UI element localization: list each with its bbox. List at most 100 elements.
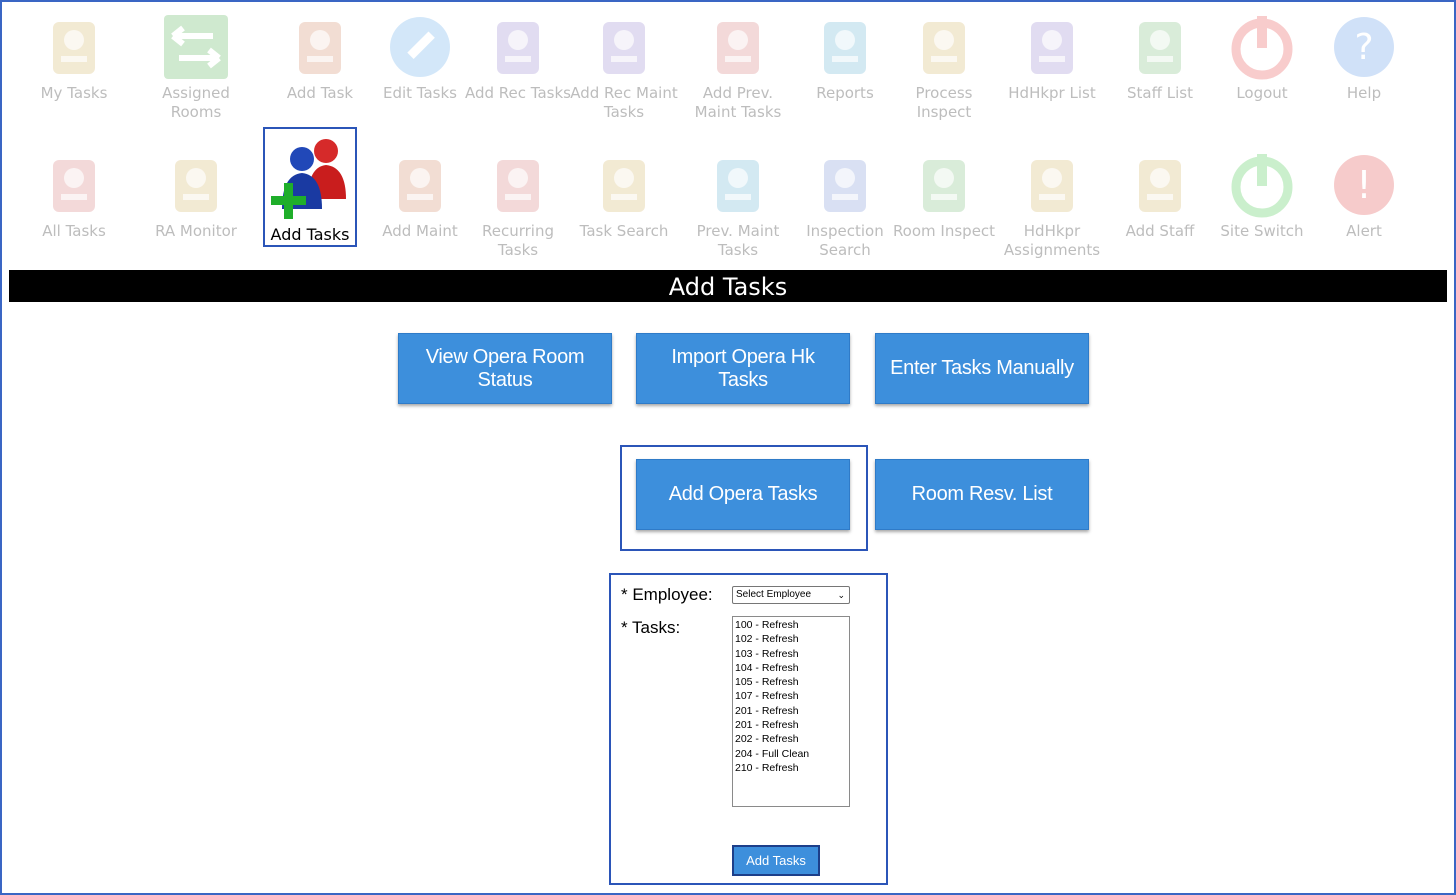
view-opera-room-status-button[interactable]: View Opera Room Status: [398, 333, 612, 404]
add-task-icon: [285, 12, 355, 82]
add-maint-icon: [385, 150, 455, 220]
nav-item-label: Edit Tasks: [382, 84, 457, 102]
add-opera-tasks-button[interactable]: Add Opera Tasks: [636, 459, 850, 530]
nav-item-staff-list[interactable]: Staff List: [1105, 12, 1215, 103]
svg-text:?: ?: [1354, 27, 1373, 68]
employee-select[interactable]: Select Employee ⌄: [732, 586, 850, 604]
ra-monitor-icon: [161, 150, 231, 220]
inspection-search-icon: [810, 150, 880, 220]
nav-item-ra-monitor[interactable]: RA Monitor: [141, 150, 251, 241]
hdhkpr-assignments-icon: [1017, 150, 1087, 220]
nav-item-label: Add Rec Maint Tasks: [570, 84, 678, 121]
nav-item-label: Staff List: [1127, 84, 1193, 102]
nav-item-my-tasks[interactable]: My Tasks: [19, 12, 129, 103]
chevron-down-icon: ⌄: [837, 590, 845, 600]
task-option[interactable]: 105 - Refresh: [735, 675, 847, 689]
svg-text:!: !: [1356, 163, 1371, 207]
add-prev-maint-tasks-icon: [703, 12, 773, 82]
task-option[interactable]: 210 - Refresh: [735, 761, 847, 775]
nav-item-add-tasks[interactable]: Add Tasks: [263, 127, 357, 247]
nav-item-add-prev-maint-tasks[interactable]: Add Prev. Maint Tasks: [683, 12, 793, 122]
nav-item-label: Add Staff: [1125, 222, 1195, 240]
nav-item-label: HdHkpr List: [1008, 84, 1096, 102]
task-option[interactable]: 202 - Refresh: [735, 732, 847, 746]
page-title: Add Tasks: [9, 270, 1447, 302]
import-opera-hk-tasks-button[interactable]: Import Opera Hk Tasks: [636, 333, 850, 404]
nav-item-hdhkpr-list[interactable]: HdHkpr List: [997, 12, 1107, 103]
all-tasks-icon: [39, 150, 109, 220]
task-option[interactable]: 103 - Refresh: [735, 647, 847, 661]
nav-item-recurring-tasks[interactable]: Recurring Tasks: [463, 150, 573, 260]
nav-item-process-inspect[interactable]: Process Inspect: [889, 12, 999, 122]
add-tasks-form: * Employee: Select Employee ⌄ * Tasks: 1…: [609, 573, 888, 885]
logout-icon: [1227, 12, 1297, 82]
nav-item-edit-tasks[interactable]: Edit Tasks: [365, 12, 475, 103]
nav-item-add-task[interactable]: Add Task: [265, 12, 375, 103]
nav-item-hdhkpr-assignments[interactable]: HdHkpr Assignments: [997, 150, 1107, 260]
nav-item-label: Add Maint: [382, 222, 458, 240]
assigned-rooms-icon: [161, 12, 231, 82]
alert-icon: !: [1329, 150, 1399, 220]
room-inspect-icon: [909, 150, 979, 220]
enter-tasks-manually-button[interactable]: Enter Tasks Manually: [875, 333, 1089, 404]
nav-item-label: My Tasks: [40, 84, 108, 102]
nav-item-alert[interactable]: ! Alert: [1309, 150, 1419, 241]
nav-item-label: RA Monitor: [155, 222, 237, 240]
task-search-icon: [589, 150, 659, 220]
nav-item-reports[interactable]: Reports: [790, 12, 900, 103]
prev-maint-tasks-icon: [703, 150, 773, 220]
nav-item-label: Help: [1346, 84, 1382, 102]
nav-item-site-switch[interactable]: Site Switch: [1207, 150, 1317, 241]
nav-item-all-tasks[interactable]: All Tasks: [19, 150, 129, 241]
nav-item-add-staff[interactable]: Add Staff: [1105, 150, 1215, 241]
my-tasks-icon: [39, 12, 109, 82]
employee-select-value: Select Employee: [736, 589, 812, 600]
nav-item-label: Add Task: [286, 84, 354, 102]
help-icon: ?: [1329, 12, 1399, 82]
nav-item-task-search[interactable]: Task Search: [569, 150, 679, 241]
nav-item-add-rec-maint-tasks[interactable]: Add Rec Maint Tasks: [569, 12, 679, 122]
task-option[interactable]: 104 - Refresh: [735, 661, 847, 675]
nav-item-room-inspect[interactable]: Room Inspect: [889, 150, 999, 241]
nav-item-prev-maint-tasks[interactable]: Prev. Maint Tasks: [683, 150, 793, 260]
task-option[interactable]: 201 - Refresh: [735, 718, 847, 732]
nav-item-label: HdHkpr Assignments: [1003, 222, 1101, 259]
nav-item-label: Add Rec Tasks: [465, 84, 571, 102]
nav-item-label: Prev. Maint Tasks: [696, 222, 780, 259]
add-tasks-submit-button[interactable]: Add Tasks: [732, 845, 820, 876]
nav-item-label: Task Search: [579, 222, 669, 240]
nav-item-assigned-rooms[interactable]: Assigned Rooms: [141, 12, 251, 122]
add-rec-maint-tasks-icon: [589, 12, 659, 82]
nav-item-add-rec-tasks[interactable]: Add Rec Tasks: [463, 12, 573, 103]
nav-item-label: Recurring Tasks: [482, 222, 554, 259]
tasks-label: * Tasks:: [621, 618, 681, 637]
nav-item-label: Add Prev. Maint Tasks: [694, 84, 782, 121]
task-option[interactable]: 107 - Refresh: [735, 689, 847, 703]
task-option[interactable]: 201 - Refresh: [735, 704, 847, 718]
nav-item-inspection-search[interactable]: Inspection Search: [790, 150, 900, 260]
process-inspect-icon: [909, 12, 979, 82]
nav-item-label: Site Switch: [1220, 222, 1304, 240]
room-resv-list-button[interactable]: Room Resv. List: [875, 459, 1089, 530]
tasks-listbox[interactable]: 100 - Refresh 102 - Refresh 103 - Refresh 1…: [732, 616, 850, 807]
add-staff-icon: [1125, 150, 1195, 220]
task-option[interactable]: 204 - Full Clean: [735, 747, 847, 761]
nav-item-add-maint[interactable]: Add Maint: [365, 150, 475, 241]
nav-item-label: Logout: [1236, 84, 1288, 102]
add-rec-tasks-icon: [483, 12, 553, 82]
nav-item-label: Inspection Search: [806, 222, 884, 259]
nav-item-logout[interactable]: Logout: [1207, 12, 1317, 103]
site-switch-icon: [1227, 150, 1297, 220]
employee-label: * Employee:: [621, 585, 713, 604]
recurring-tasks-icon: [483, 150, 553, 220]
nav-item-label: All Tasks: [42, 222, 106, 240]
task-option[interactable]: 102 - Refresh: [735, 632, 847, 646]
nav-item-label: Add Tasks: [270, 225, 350, 244]
reports-icon: [810, 12, 880, 82]
nav-item-label: Alert: [1346, 222, 1382, 240]
nav-item-label: Room Inspect: [892, 222, 996, 240]
task-option[interactable]: 100 - Refresh: [735, 618, 847, 632]
nav-item-help[interactable]: ? Help: [1309, 12, 1419, 103]
hdhkpr-list-icon: [1017, 12, 1087, 82]
nav-item-label: Assigned Rooms: [162, 84, 230, 121]
